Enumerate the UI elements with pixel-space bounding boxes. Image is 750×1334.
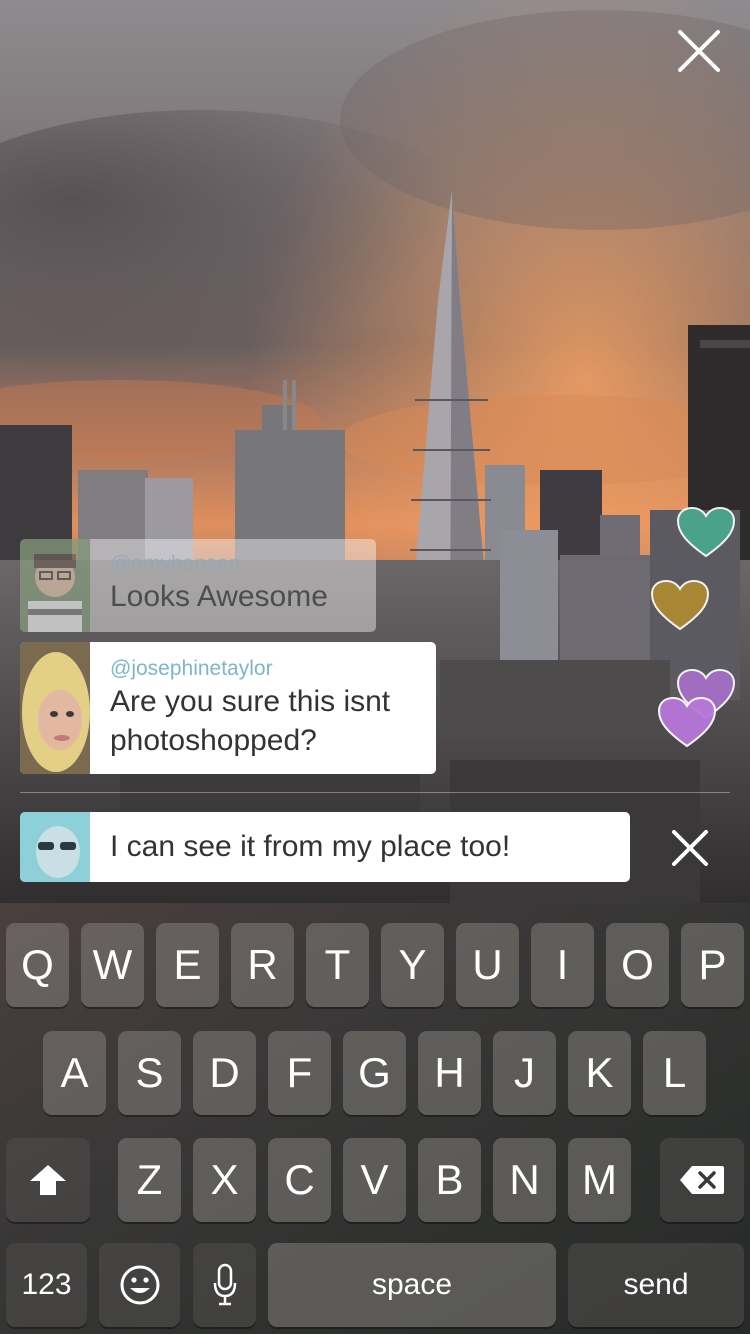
- backspace-key[interactable]: [660, 1138, 744, 1222]
- key-m[interactable]: M: [568, 1138, 631, 1222]
- heart-icon: [657, 696, 717, 748]
- comment-message: Looks Awesome: [110, 580, 328, 613]
- key-v[interactable]: V: [343, 1138, 406, 1222]
- key-g[interactable]: G: [343, 1031, 406, 1115]
- chat-comment: @emyhansen Looks Awesome: [20, 539, 376, 632]
- key-d[interactable]: D: [193, 1031, 256, 1115]
- key-o[interactable]: O: [606, 923, 669, 1007]
- key-c[interactable]: C: [268, 1138, 331, 1222]
- key-s[interactable]: S: [118, 1031, 181, 1115]
- avatar: [20, 812, 90, 882]
- avatar[interactable]: [20, 539, 90, 632]
- key-n[interactable]: N: [493, 1138, 556, 1222]
- key-a[interactable]: A: [43, 1031, 106, 1115]
- key-h[interactable]: H: [418, 1031, 481, 1115]
- key-q[interactable]: Q: [6, 923, 69, 1007]
- key-l[interactable]: L: [643, 1031, 706, 1115]
- key-u[interactable]: U: [456, 923, 519, 1007]
- heart-icon: [676, 506, 736, 558]
- key-r[interactable]: R: [231, 923, 294, 1007]
- key-y[interactable]: Y: [381, 923, 444, 1007]
- key-e[interactable]: E: [156, 923, 219, 1007]
- key-f[interactable]: F: [268, 1031, 331, 1115]
- key-t[interactable]: T: [306, 923, 369, 1007]
- microphone-key[interactable]: [193, 1243, 256, 1327]
- heart-icon: [650, 579, 710, 631]
- key-k[interactable]: K: [568, 1031, 631, 1115]
- shift-arrow-icon: [30, 1165, 66, 1195]
- comment-username: @emyhansen: [110, 552, 240, 575]
- divider: [20, 792, 730, 793]
- close-x-icon[interactable]: [672, 24, 726, 78]
- send-key[interactable]: send: [568, 1243, 744, 1327]
- key-i[interactable]: I: [531, 923, 594, 1007]
- live-stream-screen: @emyhansen Looks Awesome @josephinetaylo…: [0, 0, 750, 1334]
- key-p[interactable]: P: [681, 923, 744, 1007]
- avatar-current-user: [20, 812, 90, 882]
- emoji-face-icon: [120, 1265, 159, 1305]
- key-x[interactable]: X: [193, 1138, 256, 1222]
- numbers-key[interactable]: 123: [6, 1243, 87, 1327]
- comment-username: @josephinetaylor: [110, 657, 273, 680]
- key-j[interactable]: J: [493, 1031, 556, 1115]
- chat-comment: @josephinetaylor Are you sure this isnt …: [20, 642, 436, 774]
- avatar-emyhansen: [20, 539, 90, 632]
- comment-input[interactable]: I can see it from my place too!: [90, 812, 630, 882]
- avatar[interactable]: [20, 642, 90, 774]
- backspace-icon: [680, 1166, 724, 1194]
- emoji-key[interactable]: [99, 1243, 180, 1327]
- key-b[interactable]: B: [418, 1138, 481, 1222]
- comment-composer[interactable]: I can see it from my place too!: [20, 812, 630, 882]
- comment-message: Are you sure this isnt photoshopped?: [110, 685, 391, 757]
- microphone-icon: [213, 1263, 236, 1306]
- close-x-icon[interactable]: [668, 826, 712, 870]
- shift-key[interactable]: [6, 1138, 90, 1222]
- avatar-josephinetaylor: [20, 642, 90, 774]
- keyboard: Q W E R T Y U I O P A S D F G H J K L Z …: [0, 903, 750, 1334]
- key-w[interactable]: W: [81, 923, 144, 1007]
- space-key[interactable]: space: [268, 1243, 556, 1327]
- key-z[interactable]: Z: [118, 1138, 181, 1222]
